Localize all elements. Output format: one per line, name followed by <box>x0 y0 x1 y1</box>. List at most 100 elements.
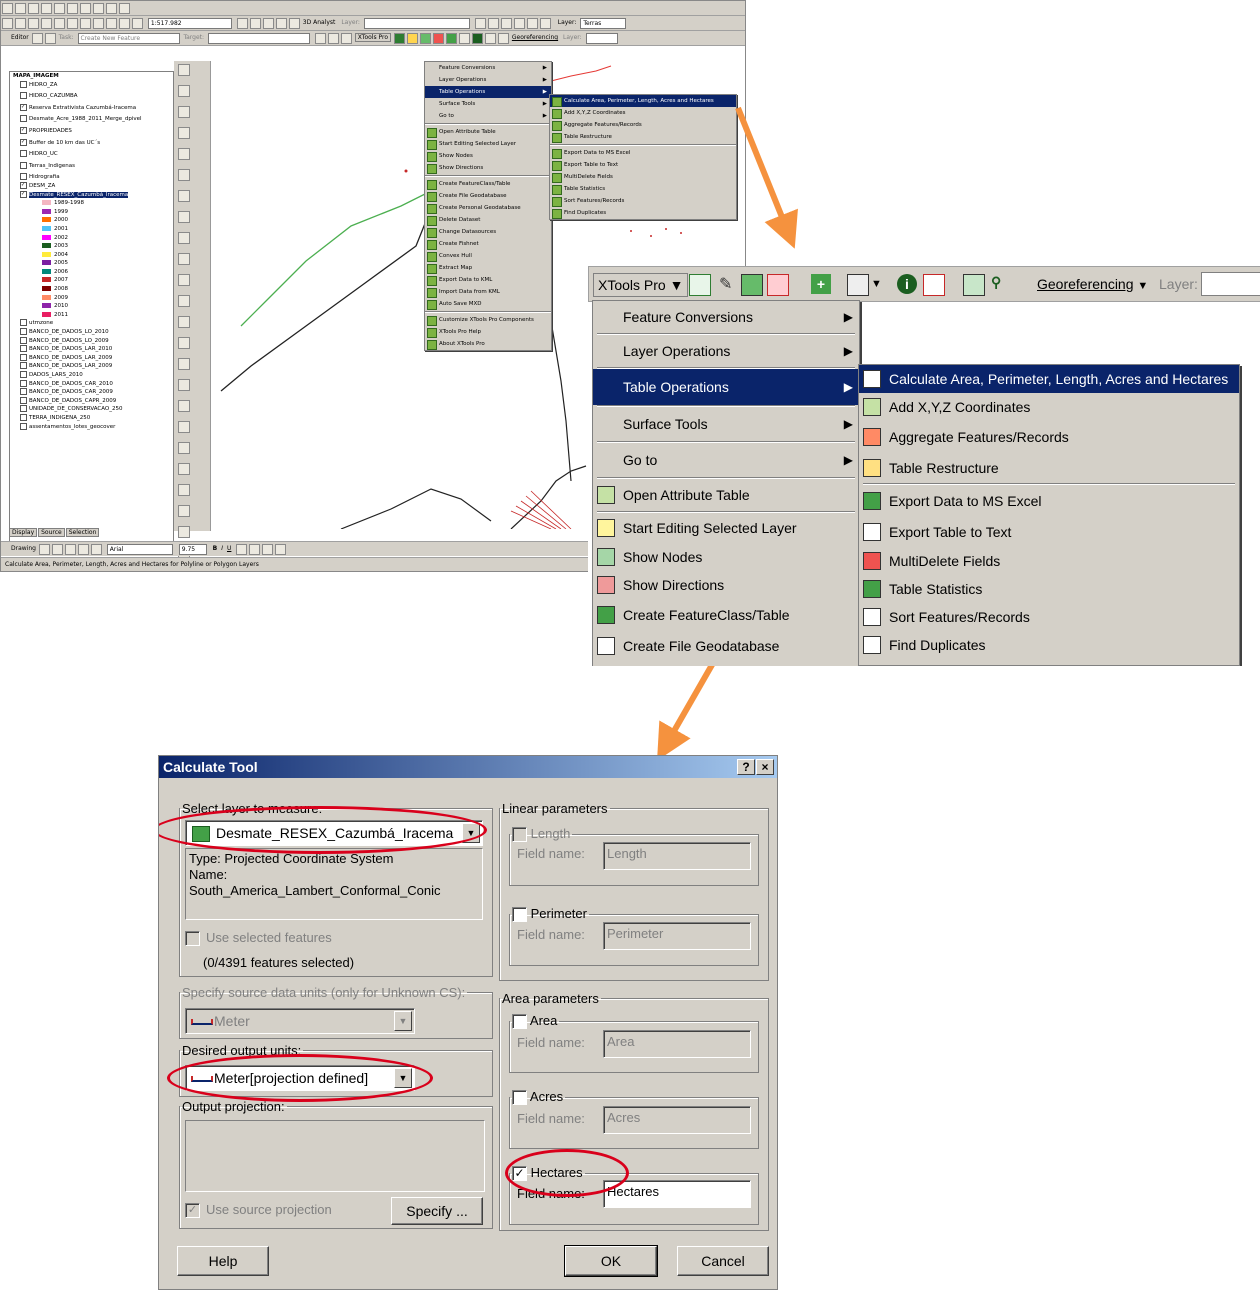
source-units-select[interactable]: Meter ▼ <box>185 1008 415 1034</box>
specify-button[interactable]: Specify ... <box>391 1197 483 1225</box>
table-statistics-icon <box>863 580 881 598</box>
help-title-button[interactable]: ? <box>737 759 755 775</box>
menu-item-layer-operations[interactable]: Layer Operations ▶ <box>593 335 859 367</box>
perimeter-checkbox[interactable] <box>512 907 527 923</box>
dialog-title: Calculate Tool <box>163 759 258 775</box>
area-checkbox[interactable] <box>512 1014 527 1030</box>
menu-item-sort-features-records[interactable]: Sort Features/Records <box>859 603 1239 631</box>
show-directions-icon[interactable] <box>767 274 789 296</box>
show-nodes-icon <box>597 548 615 566</box>
dialog-titlebar: Calculate Tool ? × <box>159 756 777 778</box>
menu-item-add-x-y-z-coordinates[interactable]: Add X,Y,Z Coordinates <box>859 393 1239 421</box>
menu-item-show-nodes[interactable]: Show Nodes <box>593 543 859 571</box>
find-duplicates-icon <box>863 636 881 654</box>
projection-box <box>185 1120 485 1192</box>
add-x-y-z-coordinates-icon <box>863 398 881 416</box>
length-field-input[interactable]: Length <box>603 842 751 870</box>
area-field-name-label: Field name: <box>517 1035 585 1050</box>
help-button[interactable]: Help <box>177 1246 269 1276</box>
menu-item-go-to[interactable]: Go to ▶ <box>593 443 859 477</box>
menu-item-table-statistics[interactable]: Table Statistics <box>859 575 1239 603</box>
menu-item-label: Go to <box>623 452 658 468</box>
table-restructure-icon <box>863 459 881 477</box>
menu-item-label: Create File Geodatabase <box>623 638 780 654</box>
xtools-pro-dropdown[interactable]: XTools Pro ▼ <box>593 273 689 297</box>
use-selected-checkbox[interactable] <box>185 931 200 946</box>
xtools-menu: Feature Conversions ▶ Layer Operations ▶ Tab… <box>592 300 860 666</box>
menu-item-multidelete-fields[interactable]: MultiDelete Fields <box>859 547 1239 575</box>
menu-item-label: Show Nodes <box>623 549 703 565</box>
calculate-area-perimeter-length-acres-and-hectares-icon <box>863 370 881 388</box>
georeferencing-label: Georeferencing <box>1037 276 1134 292</box>
features-selected-count: (0/4391 features selected) <box>203 955 355 970</box>
georeferencing-dropdown[interactable]: Georeferencing ▼ <box>1037 273 1148 295</box>
acres-legend: Acres <box>510 1089 565 1106</box>
acres-field-input[interactable]: Acres <box>603 1106 751 1134</box>
edit-pencil-icon[interactable]: ✎ <box>719 274 739 294</box>
length-label: Length <box>530 826 571 841</box>
submenu-arrow-icon: ▶ <box>843 380 853 394</box>
use-source-projection-checkbox[interactable]: ✓ <box>185 1203 200 1218</box>
ok-button[interactable]: OK <box>564 1245 658 1277</box>
menu-item-calculate-area-perimeter-length-acres-and-hectares[interactable]: Calculate Area, Perimeter, Length, Acres… <box>859 365 1239 393</box>
menu-item-surface-tools[interactable]: Surface Tools ▶ <box>593 407 859 441</box>
area-legend: Area <box>510 1013 559 1030</box>
layer-properties-icon[interactable] <box>963 274 985 296</box>
menu-item-label: Add X,Y,Z Coordinates <box>889 399 1031 415</box>
close-title-button[interactable]: × <box>756 759 774 775</box>
menu-item-create-featureclass-table[interactable]: Create FeatureClass/Table <box>593 599 859 631</box>
menu-item-label: Sort Features/Records <box>889 609 1030 625</box>
menu-item-table-operations[interactable]: Table Operations ▶ <box>593 369 859 405</box>
menu-item-aggregate-features-records[interactable]: Aggregate Features/Records <box>859 421 1239 453</box>
menu-item-label: Calculate Area, Perimeter, Length, Acres… <box>889 371 1229 387</box>
info-icon[interactable]: i <box>897 274 917 294</box>
start-editing-selected-layer-icon <box>597 519 615 537</box>
highlight-oval-units <box>167 1054 433 1102</box>
submenu-arrow-icon: ▶ <box>843 344 853 358</box>
perimeter-field-input[interactable]: Perimeter <box>603 922 751 950</box>
menu-item-feature-conversions[interactable]: Feature Conversions ▶ <box>593 301 859 333</box>
menu-item-export-data-to-ms-excel[interactable]: Export Data to MS Excel <box>859 485 1239 517</box>
source-units-legend: Specify source data units (only for Unkn… <box>182 985 466 1000</box>
menu-item-label: Find Duplicates <box>889 637 986 653</box>
xtools-pro-label: XTools Pro <box>598 277 666 293</box>
create-featureclass-table-icon <box>597 606 615 624</box>
zoom-layer-icon[interactable]: ⚲ <box>991 274 1011 294</box>
dropdown-arrow-icon[interactable]: ▼ <box>871 274 891 294</box>
chevron-down-icon[interactable]: ▼ <box>394 1011 412 1031</box>
menu-item-create-personal-geodatabase[interactable]: Create Personal Geodatabase <box>593 661 859 666</box>
layer-label: Layer: <box>1159 276 1198 292</box>
hectares-field-input[interactable]: Hectares <box>603 1180 751 1208</box>
menu-item-label: Surface Tools <box>623 416 708 432</box>
help-icon[interactable] <box>923 274 945 296</box>
zoomed-menu-screenshot: XTools Pro ▼ ✎ + ▼ i ⚲ Georeferencing ▼ … <box>588 266 1260 666</box>
layer-field[interactable] <box>1201 272 1260 296</box>
attribute-table-icon[interactable] <box>689 274 711 296</box>
length-legend: Length <box>510 826 572 843</box>
submenu-arrow-icon: ▶ <box>843 310 853 324</box>
multidelete-fields-icon <box>863 552 881 570</box>
export-data-to-ms-excel-icon <box>863 492 881 510</box>
menu-item-label: Create FeatureClass/Table <box>623 607 790 623</box>
menu-item-find-duplicates[interactable]: Find Duplicates <box>859 631 1239 659</box>
linear-parameters-legend: Linear parameters <box>502 801 608 816</box>
change-datasource-icon[interactable] <box>847 274 869 296</box>
show-nodes-icon[interactable] <box>741 274 763 296</box>
menu-item-create-file-geodatabase[interactable]: Create File Geodatabase <box>593 631 859 661</box>
menu-item-table-restructure[interactable]: Table Restructure <box>859 453 1239 483</box>
menu-item-show-directions[interactable]: Show Directions <box>593 571 859 599</box>
length-checkbox[interactable] <box>512 827 527 843</box>
cancel-button[interactable]: Cancel <box>677 1246 769 1276</box>
acres-checkbox[interactable] <box>512 1090 527 1106</box>
menu-item-label: Table Operations <box>623 379 729 395</box>
create-featureclass-icon[interactable]: + <box>811 274 831 294</box>
menu-item-label: Table Statistics <box>889 581 983 597</box>
menu-item-open-attribute-table[interactable]: Open Attribute Table <box>593 479 859 511</box>
perimeter-label: Perimeter <box>530 906 587 921</box>
area-field-input[interactable]: Area <box>603 1030 751 1058</box>
menu-item-export-table-to-text[interactable]: Export Table to Text <box>859 517 1239 547</box>
acres-label: Acres <box>529 1089 564 1104</box>
show-directions-icon <box>597 576 615 594</box>
menu-item-start-editing-selected-layer[interactable]: Start Editing Selected Layer <box>593 513 859 543</box>
area-label: Area <box>529 1013 558 1028</box>
